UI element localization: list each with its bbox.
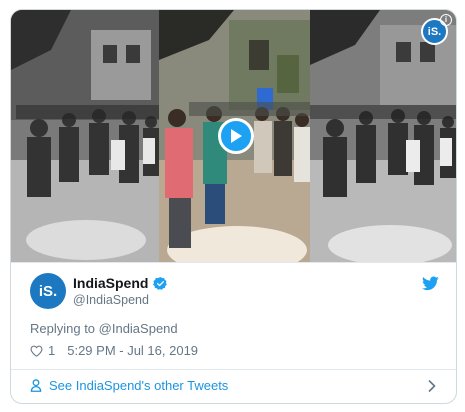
author-name-row: IndiaSpend — [73, 275, 168, 291]
footer-divider — [11, 369, 456, 370]
person-icon — [30, 379, 42, 392]
info-icon[interactable]: i — [440, 14, 452, 26]
author-display-name[interactable]: IndiaSpend — [73, 275, 148, 291]
see-other-tweets-link[interactable]: See IndiaSpend's other Tweets — [30, 378, 228, 393]
twitter-bird-icon[interactable] — [422, 276, 439, 291]
media-divider — [11, 262, 456, 263]
verified-badge-icon — [153, 276, 168, 290]
replying-to-text[interactable]: Replying to @IndiaSpend — [30, 321, 178, 336]
tweet-card: iS. i iS. IndiaSpend @IndiaSpend Replyin… — [10, 9, 457, 404]
video-frame-left — [11, 10, 159, 262]
video-frame-right — [310, 10, 456, 262]
like-count: 1 — [48, 343, 56, 358]
see-other-tweets-label: See IndiaSpend's other Tweets — [49, 378, 229, 393]
heart-icon[interactable] — [30, 345, 43, 357]
tweet-timestamp[interactable]: 5:29 PM - Jul 16, 2019 — [67, 343, 198, 358]
author-handle[interactable]: @IndiaSpend — [73, 293, 149, 307]
play-button[interactable] — [218, 118, 254, 154]
video-preview[interactable]: iS. i — [11, 10, 456, 262]
chevron-right-icon[interactable] — [428, 380, 436, 392]
author-avatar[interactable]: iS. — [30, 273, 66, 309]
play-icon — [231, 129, 242, 143]
tweet-meta: 1 5:29 PM - Jul 16, 2019 — [30, 343, 198, 358]
